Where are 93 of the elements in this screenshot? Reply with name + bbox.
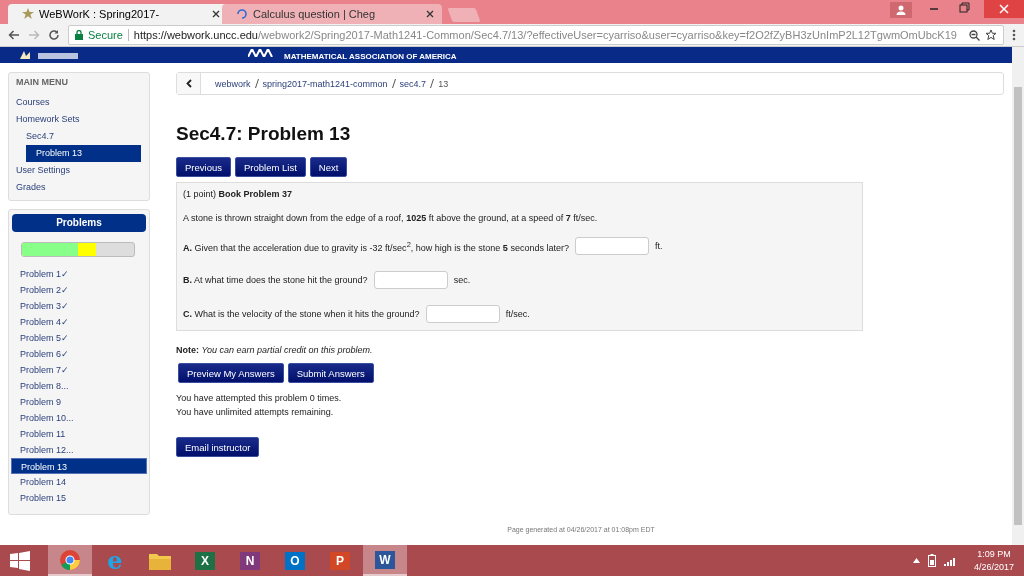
problem-link[interactable]: Problem 14 — [11, 474, 147, 490]
answer-button[interactable]: Preview My Answers — [178, 363, 284, 383]
ie-icon: e — [107, 548, 123, 573]
problem-link[interactable]: Problem 5✓ — [11, 330, 147, 346]
office-app-icon: X — [195, 551, 215, 570]
chevron-up-icon[interactable] — [912, 558, 920, 563]
clock-date[interactable]: 4/26/2017 — [973, 560, 1014, 574]
chevron-left-icon — [185, 79, 192, 88]
nav-button[interactable]: Problem List — [234, 157, 306, 177]
answer-field[interactable] — [373, 271, 448, 289]
url-text: https://webwork.uncc.edu/webwork2/Spring2017-Math1241-Common/Sec4.7/13/?effectiveUser=cyarriso&user=cyarriso&key=f2O2fZyBH3zUnImP2L12TgwmOmUbcK19 — [133, 29, 958, 41]
unit-label: ft/sec. — [505, 309, 530, 319]
problem-link[interactable]: Problem 7✓ — [11, 362, 147, 378]
email-button[interactable]: Email instructor — [176, 437, 260, 457]
problem-link[interactable]: Problem 15 — [11, 490, 147, 506]
user-icon[interactable] — [890, 2, 912, 18]
address-bar[interactable]: Secure https://webwork.uncc.edu/webwork2/Spring2017-Math1241-Common/Sec4.7/13/?effectiveUser=cyarriso&user=cyarriso&key=f2O2fZyBH3zUnImP2L12TgwmOmUbcK19 — [68, 25, 1004, 45]
menu-icon[interactable] — [1012, 29, 1016, 41]
problems-header: Problems — [12, 214, 146, 232]
breadcrumb-item[interactable]: webwork — [215, 78, 251, 89]
menu-item[interactable]: User Settings — [16, 162, 141, 179]
battery-icon[interactable] — [927, 554, 936, 567]
question-text: C. What is the velocity of the stone when it hits the ground? — [183, 309, 420, 319]
problem-link[interactable]: Problem 12... — [11, 442, 147, 458]
menu-item[interactable]: Sec4.7 — [16, 128, 141, 145]
problem-link[interactable]: Problem 9 — [11, 394, 147, 410]
attempts-text: You have unlimited attempts remaining. — [176, 407, 335, 419]
problem-link[interactable]: Problem 6✓ — [11, 346, 147, 362]
chrome-icon — [59, 548, 81, 571]
office-app-icon: P — [330, 551, 350, 570]
star-icon — [22, 8, 34, 20]
office-app-icon: N — [240, 551, 260, 570]
zoom-icon[interactable] — [969, 29, 980, 41]
close-icon[interactable] — [426, 10, 434, 18]
clock-time[interactable]: 1:09 PM — [973, 547, 1014, 561]
back-icon[interactable] — [8, 30, 20, 40]
menu-title: MAIN MENU — [16, 77, 69, 89]
problem-link[interactable]: Problem 4✓ — [11, 314, 147, 330]
problem-link[interactable]: Problem 8... — [11, 378, 147, 394]
bookmark-star-icon[interactable] — [985, 29, 997, 41]
windows-start-icon[interactable] — [10, 550, 30, 571]
problem-link[interactable]: Problem 11 — [11, 426, 147, 442]
breadcrumb-item[interactable]: spring2017-math1241-common — [262, 78, 388, 89]
scrollbar[interactable] — [1012, 47, 1024, 545]
maa-caption: MATHEMATICAL ASSOCIATION OF AMERICA — [284, 52, 457, 61]
taskbar-app[interactable]: O — [273, 545, 317, 576]
answer-field[interactable] — [425, 305, 500, 323]
tab-title: WeBWorK : Spring2017- — [39, 8, 161, 20]
back-button[interactable] — [177, 73, 201, 94]
nav-button[interactable]: Next — [309, 157, 348, 177]
slash-separator-icon — [430, 79, 435, 88]
page-title: Sec4.7: Problem 13 — [176, 123, 352, 145]
menu-item[interactable]: Grades — [16, 179, 141, 196]
slash-separator-icon — [254, 79, 259, 88]
unit-label: sec. — [453, 275, 471, 285]
secure-label: Secure — [88, 29, 123, 41]
signal-icon[interactable] — [943, 555, 956, 566]
menu-item[interactable]: Problem 13 — [26, 145, 141, 162]
attempts-text: You have attempted this problem 0 times. — [176, 393, 343, 405]
unit-label: ft. — [654, 241, 663, 251]
taskbar-app[interactable]: X — [183, 545, 227, 576]
breadcrumb-item: 13 — [438, 78, 449, 89]
taskbar-app[interactable]: W — [363, 545, 407, 576]
problem-link[interactable]: Problem 1✓ — [11, 266, 147, 282]
problem-heading: (1 point) Book Problem 37 — [183, 189, 294, 199]
answer-field[interactable] — [574, 237, 649, 255]
menu-item[interactable]: Homework Sets — [16, 111, 141, 128]
answer-button[interactable]: Submit Answers — [287, 363, 374, 383]
browser-tab[interactable]: Calculus question | Cheg — [222, 4, 442, 24]
breadcrumb-item[interactable]: sec4.7 — [399, 78, 427, 89]
reload-icon[interactable] — [48, 29, 60, 41]
taskbar-app[interactable] — [48, 545, 92, 576]
folder-icon — [149, 551, 171, 570]
taskbar-app[interactable]: P — [318, 545, 362, 576]
office-app-icon: O — [285, 551, 305, 570]
problem-statement: A stone is thrown straight down from the edge of a roof, 1025 ft above the ground, at a speed of 7 ft/sec. — [183, 213, 599, 223]
nav-button[interactable]: Previous — [176, 157, 231, 177]
question-text: A. Given that the acceleration due to gravity is -32 ft/sec$^{2}$, how high is the stone 5 seconds later? — [183, 239, 569, 253]
slash-separator-icon — [391, 79, 396, 88]
problem-link[interactable]: Problem 3✓ — [11, 298, 147, 314]
office-app-icon: W — [375, 550, 395, 569]
note-label: Note: — [176, 345, 199, 355]
problem-link[interactable]: Problem 2✓ — [11, 282, 147, 298]
problem-link[interactable]: Problem 10... — [11, 410, 147, 426]
close-icon[interactable] — [212, 10, 220, 18]
loading-icon — [236, 8, 248, 20]
note-text: You can earn partial credit on this problem. — [201, 345, 373, 355]
taskbar-app[interactable]: N — [228, 545, 272, 576]
question-text: B. At what time does the stone hit the ground? — [183, 275, 368, 285]
menu-item[interactable]: Courses — [16, 94, 141, 111]
problem-link[interactable]: Problem 13 — [11, 458, 147, 474]
tab-title: Calculus question | Cheg — [253, 8, 377, 20]
lock-icon — [75, 30, 83, 40]
